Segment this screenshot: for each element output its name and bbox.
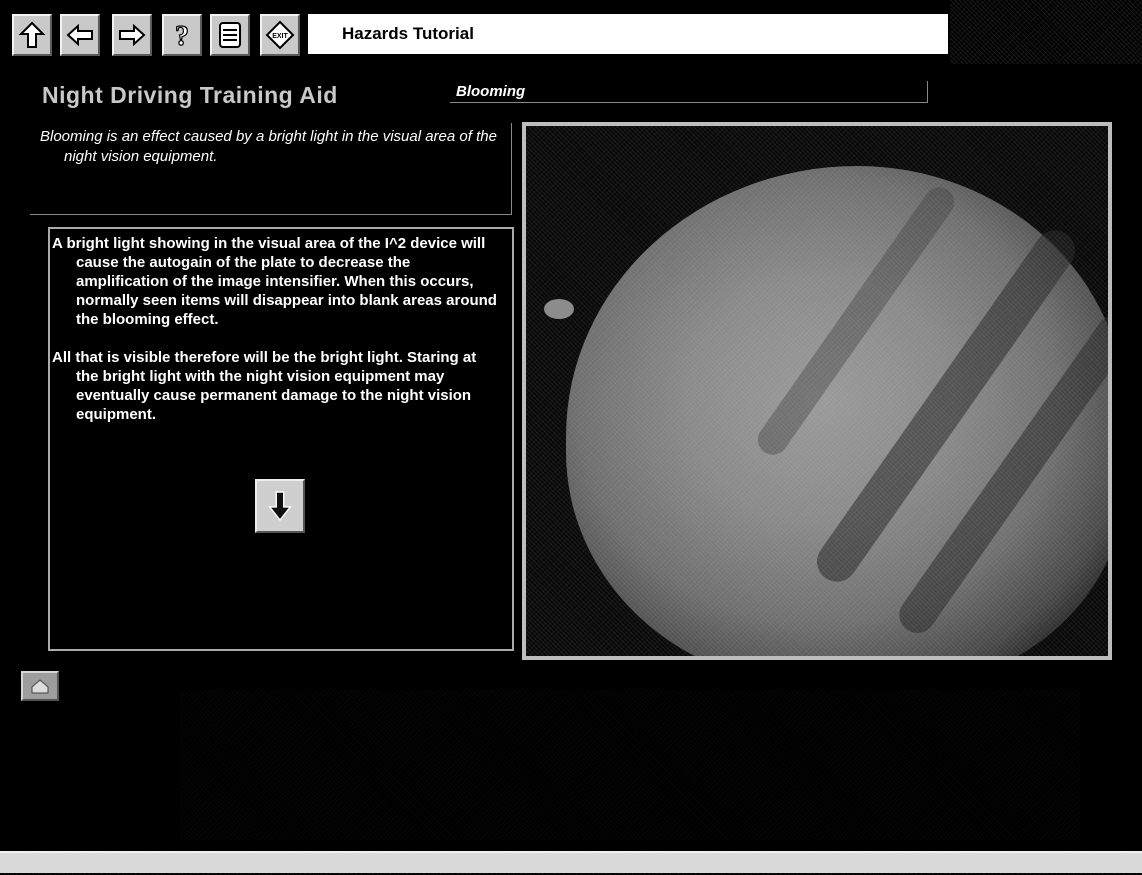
window-title: Hazards Tutorial — [308, 14, 948, 54]
topic-title: Blooming — [450, 81, 928, 103]
back-arrow-icon — [66, 23, 93, 47]
toolbar-texture — [950, 0, 1142, 64]
glossary-button[interactable] — [210, 14, 250, 56]
summary-panel: Blooming is an effect caused by a bright… — [30, 123, 512, 215]
svg-text:?: ? — [175, 21, 189, 50]
exit-icon: EXIT — [265, 20, 295, 50]
night-vision-image — [522, 122, 1112, 660]
app-title: Night Driving Training Aid — [42, 82, 338, 108]
summary-text: Blooming is an effect caused by a bright… — [40, 128, 497, 165]
home-button[interactable] — [21, 671, 59, 701]
exit-button[interactable]: EXIT — [260, 14, 300, 56]
status-bar-texture — [0, 853, 1142, 875]
detail-paragraph-2: All that is visible therefore will be th… — [52, 349, 477, 423]
next-page-button[interactable] — [255, 479, 305, 533]
home-icon — [31, 679, 49, 694]
blooming-light — [566, 166, 1108, 656]
status-bar — [0, 851, 1142, 875]
forward-arrow-icon — [119, 23, 146, 47]
help-icon: ? — [174, 20, 189, 50]
up-button[interactable] — [12, 14, 52, 56]
forward-button[interactable] — [112, 14, 152, 56]
detail-paragraph-1: A bright light showing in the visual are… — [52, 235, 497, 328]
down-arrow-icon — [268, 491, 292, 522]
exit-label: EXIT — [272, 33, 288, 40]
background-texture — [180, 690, 1080, 840]
distant-light — [544, 299, 574, 319]
help-button[interactable]: ? — [162, 14, 202, 56]
toolbar: ? EXIT Hazards Tutorial — [0, 0, 1142, 64]
up-arrow-icon — [18, 21, 46, 48]
glossary-icon — [219, 22, 241, 48]
detail-panel: A bright light showing in the visual are… — [48, 227, 514, 651]
back-button[interactable] — [60, 14, 100, 56]
